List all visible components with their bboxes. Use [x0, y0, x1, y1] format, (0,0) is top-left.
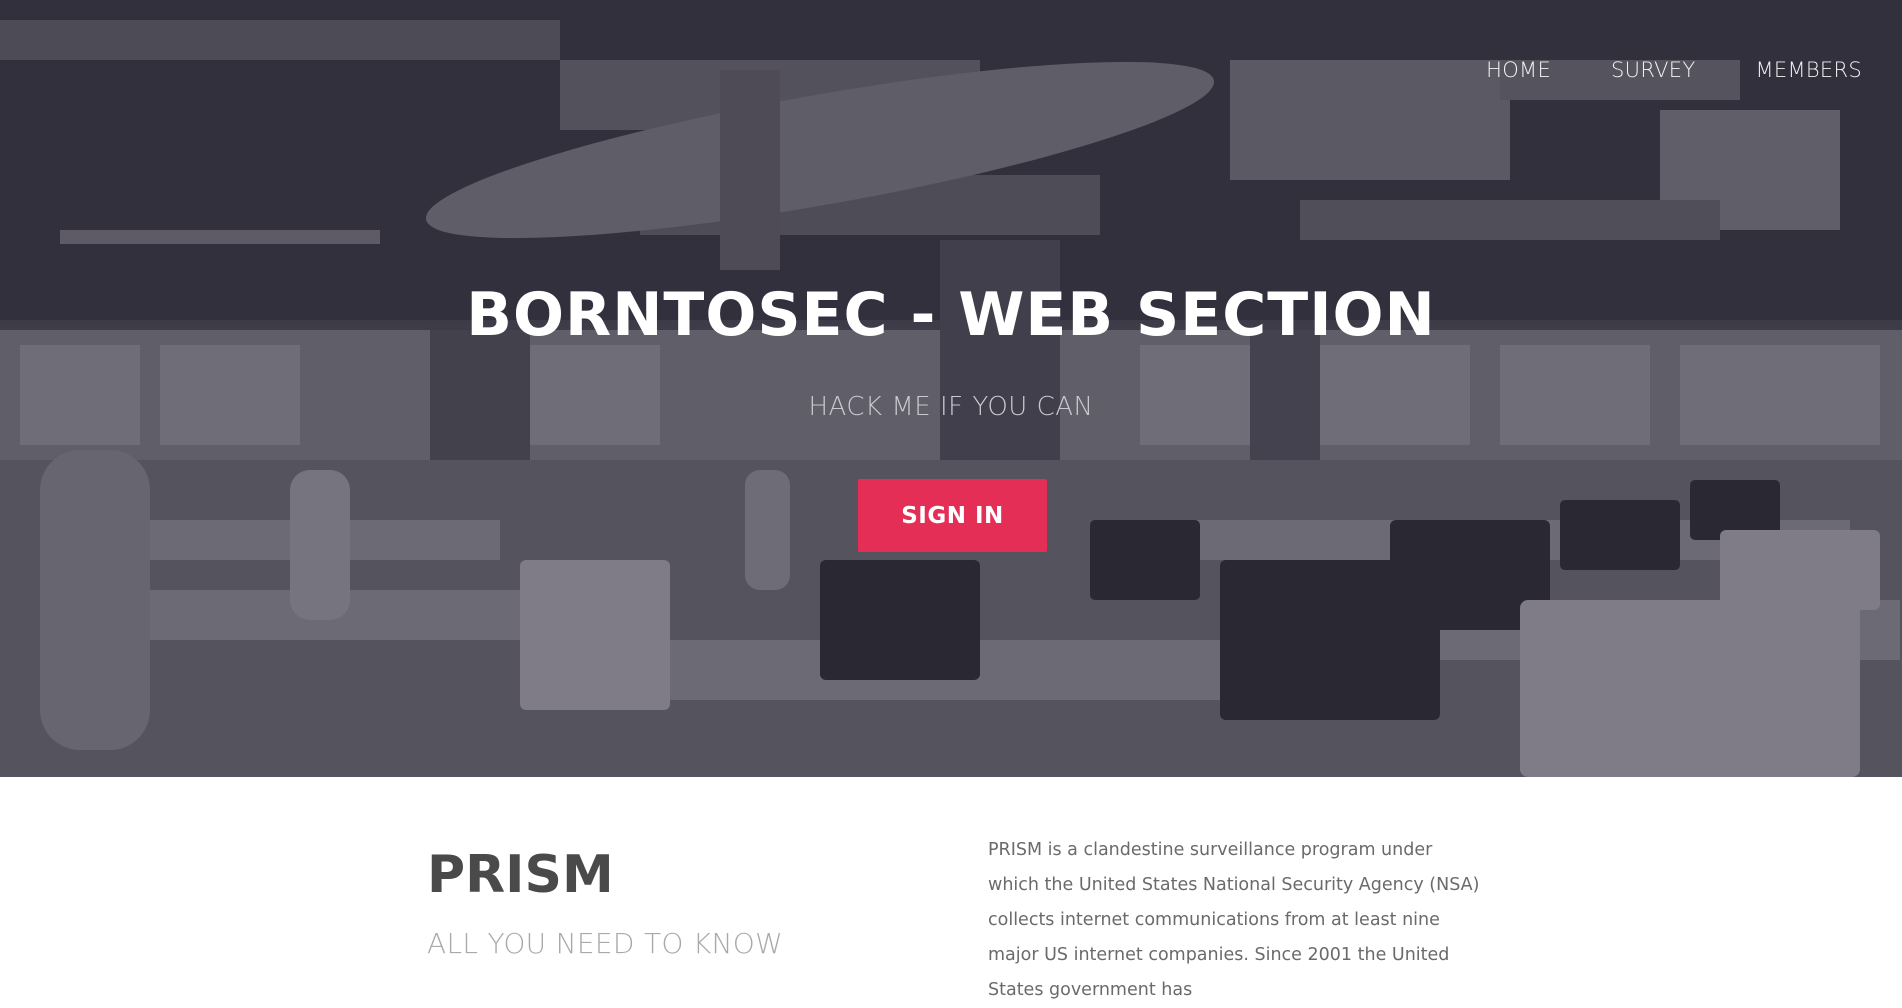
prism-section: PRISM ALL YOU NEED TO KNOW PRISM is a cl… — [0, 777, 1902, 1000]
section-subtitle: ALL YOU NEED TO KNOW — [427, 927, 784, 960]
hero-subtitle: HACK ME IF YOU CAN — [808, 392, 1094, 422]
nav-survey-link[interactable]: SURVEY — [1611, 58, 1695, 82]
hero-section: HOME SURVEY MEMBERS BORNTOSEC - WEB SECT… — [0, 0, 1902, 777]
sign-in-button[interactable]: SIGN IN — [858, 479, 1047, 552]
section-title: PRISM — [427, 845, 614, 905]
hero-title: BORNTOSEC - WEB SECTION — [466, 280, 1436, 350]
main-nav: HOME SURVEY MEMBERS — [1486, 58, 1862, 82]
nav-home-link[interactable]: HOME — [1486, 58, 1551, 82]
section-paragraph: PRISM is a clandestine surveillance prog… — [988, 840, 1480, 1000]
nav-members-link[interactable]: MEMBERS — [1755, 58, 1862, 82]
hero-overlay — [0, 0, 1902, 777]
